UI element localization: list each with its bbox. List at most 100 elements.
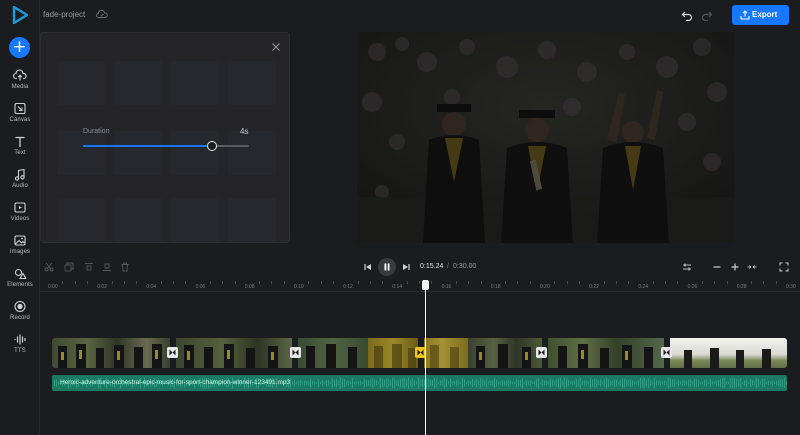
align-top-icon[interactable]	[84, 262, 94, 272]
video-clip[interactable]	[548, 338, 664, 368]
video-clip-fade[interactable]	[368, 338, 418, 368]
waveform-bar	[728, 381, 729, 385]
export-button[interactable]: Export	[732, 5, 789, 25]
split-icon[interactable]	[44, 262, 54, 272]
ruler-tick-mark	[763, 281, 765, 284]
waveform-bar	[586, 380, 587, 386]
waveform-bar	[690, 379, 691, 387]
waveform-bar	[640, 377, 641, 389]
skip-forward-icon[interactable]	[401, 262, 411, 272]
transition-icon	[169, 349, 176, 356]
undo-icon[interactable]	[681, 9, 693, 21]
waveform-bar	[520, 379, 521, 387]
video-clip[interactable]	[298, 338, 368, 368]
sidebar-item-media[interactable]: Media	[0, 68, 40, 98]
video-clip[interactable]	[176, 338, 292, 368]
waveform-bar	[306, 380, 307, 386]
sidebar-item-canvas[interactable]: Canvas	[0, 101, 40, 131]
waveform-bar	[590, 377, 591, 389]
total-time: 0:30.00	[453, 263, 477, 270]
waveform-bar	[534, 381, 535, 385]
waveform-bar	[390, 379, 391, 387]
zoom-out-icon[interactable]	[712, 262, 722, 272]
sidebar-item-audio[interactable]: Audio	[0, 167, 40, 197]
skip-back-icon[interactable]	[363, 262, 373, 272]
clip-thumbnail	[430, 345, 459, 368]
ruler-tick-label: 0:24	[638, 284, 649, 290]
waveform-bar	[780, 379, 781, 387]
waveform-bar	[466, 381, 467, 385]
waveform-bar	[616, 379, 617, 387]
video-track[interactable]	[52, 338, 787, 368]
fit-timeline-icon[interactable]	[747, 262, 757, 272]
waveform-bar	[666, 380, 667, 386]
playhead[interactable]	[422, 280, 429, 435]
ruler-tick-mark	[480, 281, 482, 284]
panel-overlay	[41, 33, 289, 242]
zoom-in-icon[interactable]	[730, 262, 740, 272]
adjust-icon[interactable]	[682, 262, 692, 272]
waveform-bar	[716, 380, 717, 386]
music-icon	[14, 168, 25, 181]
sidebar-item-videos[interactable]: Videos	[0, 200, 40, 230]
waveform-bar	[394, 378, 395, 388]
pause-button[interactable]	[378, 258, 396, 276]
waveform-bar	[684, 380, 685, 386]
ruler-tick-mark	[283, 281, 285, 284]
ruler-tick-mark	[665, 281, 666, 284]
audio-track[interactable]: Heroic-adventure-orchestral-epic-music-f…	[52, 375, 787, 391]
ruler-tick-mark	[222, 281, 224, 284]
waveform-bar	[378, 381, 379, 385]
waveform-bar	[670, 378, 671, 388]
delete-icon[interactable]	[120, 262, 130, 272]
timeline[interactable]: 0:00 0:02 0:04 0:06 0:08 0:10 0:12 0:14 0:16 0:18…	[40, 278, 800, 435]
waveform-bar	[504, 380, 505, 386]
waveform-bar	[696, 379, 697, 387]
transition-marker[interactable]	[536, 347, 547, 358]
waveform-bar	[604, 378, 605, 388]
waveform-bar	[552, 379, 553, 387]
fullscreen-icon[interactable]	[779, 262, 789, 272]
ruler-tick-mark	[701, 281, 703, 284]
time-ruler[interactable]: 0:00 0:02 0:04 0:06 0:08 0:10 0:12 0:14 0:16 0:18…	[40, 278, 800, 292]
close-icon[interactable]	[271, 42, 281, 52]
ruler-tick-label: 0:12	[343, 284, 353, 290]
waveform-bar	[612, 380, 613, 386]
duration-slider[interactable]	[83, 141, 249, 151]
waveform-bar	[722, 377, 723, 389]
video-clip[interactable]	[670, 338, 787, 368]
sidebar-item-images[interactable]: Images	[0, 233, 40, 263]
waveform-bar	[432, 380, 433, 386]
waveform-bar	[596, 378, 597, 388]
waveform-bar	[688, 379, 689, 387]
sidebar-item-text[interactable]: Text	[0, 134, 40, 164]
playhead-handle[interactable]	[422, 280, 429, 290]
waveform-bar	[768, 380, 769, 386]
transition-icon	[292, 349, 299, 356]
audio-file-name: Heroic-adventure-orchestral-epic-music-f…	[60, 379, 291, 386]
duplicate-icon[interactable]	[64, 262, 74, 272]
redo-icon[interactable]	[701, 9, 713, 21]
transition-marker[interactable]	[290, 347, 301, 358]
project-name[interactable]: fade-project	[43, 10, 85, 19]
app-logo-icon[interactable]	[12, 6, 28, 24]
align-bottom-icon[interactable]	[102, 262, 112, 272]
waveform-bar	[422, 379, 423, 387]
record-icon	[14, 300, 26, 313]
video-clip[interactable]	[52, 338, 170, 368]
sidebar-item-record[interactable]: Record	[0, 299, 40, 329]
sidebar-item-elements[interactable]: Elements	[0, 266, 40, 296]
transition-marker[interactable]	[167, 347, 178, 358]
ruler-tick-mark	[751, 281, 753, 284]
waveform-bar	[512, 381, 513, 385]
waveform-bar	[508, 379, 509, 387]
add-button[interactable]: +	[9, 37, 30, 58]
video-clip[interactable]	[468, 338, 542, 368]
waveform-bar	[738, 379, 739, 387]
transition-marker[interactable]	[661, 347, 672, 358]
waveform-bar	[340, 377, 341, 389]
waveform-bar	[336, 378, 337, 388]
sidebar-item-tts[interactable]: TTS	[0, 332, 40, 362]
video-clip-fade[interactable]	[424, 338, 468, 368]
waveform-bar	[658, 380, 659, 386]
